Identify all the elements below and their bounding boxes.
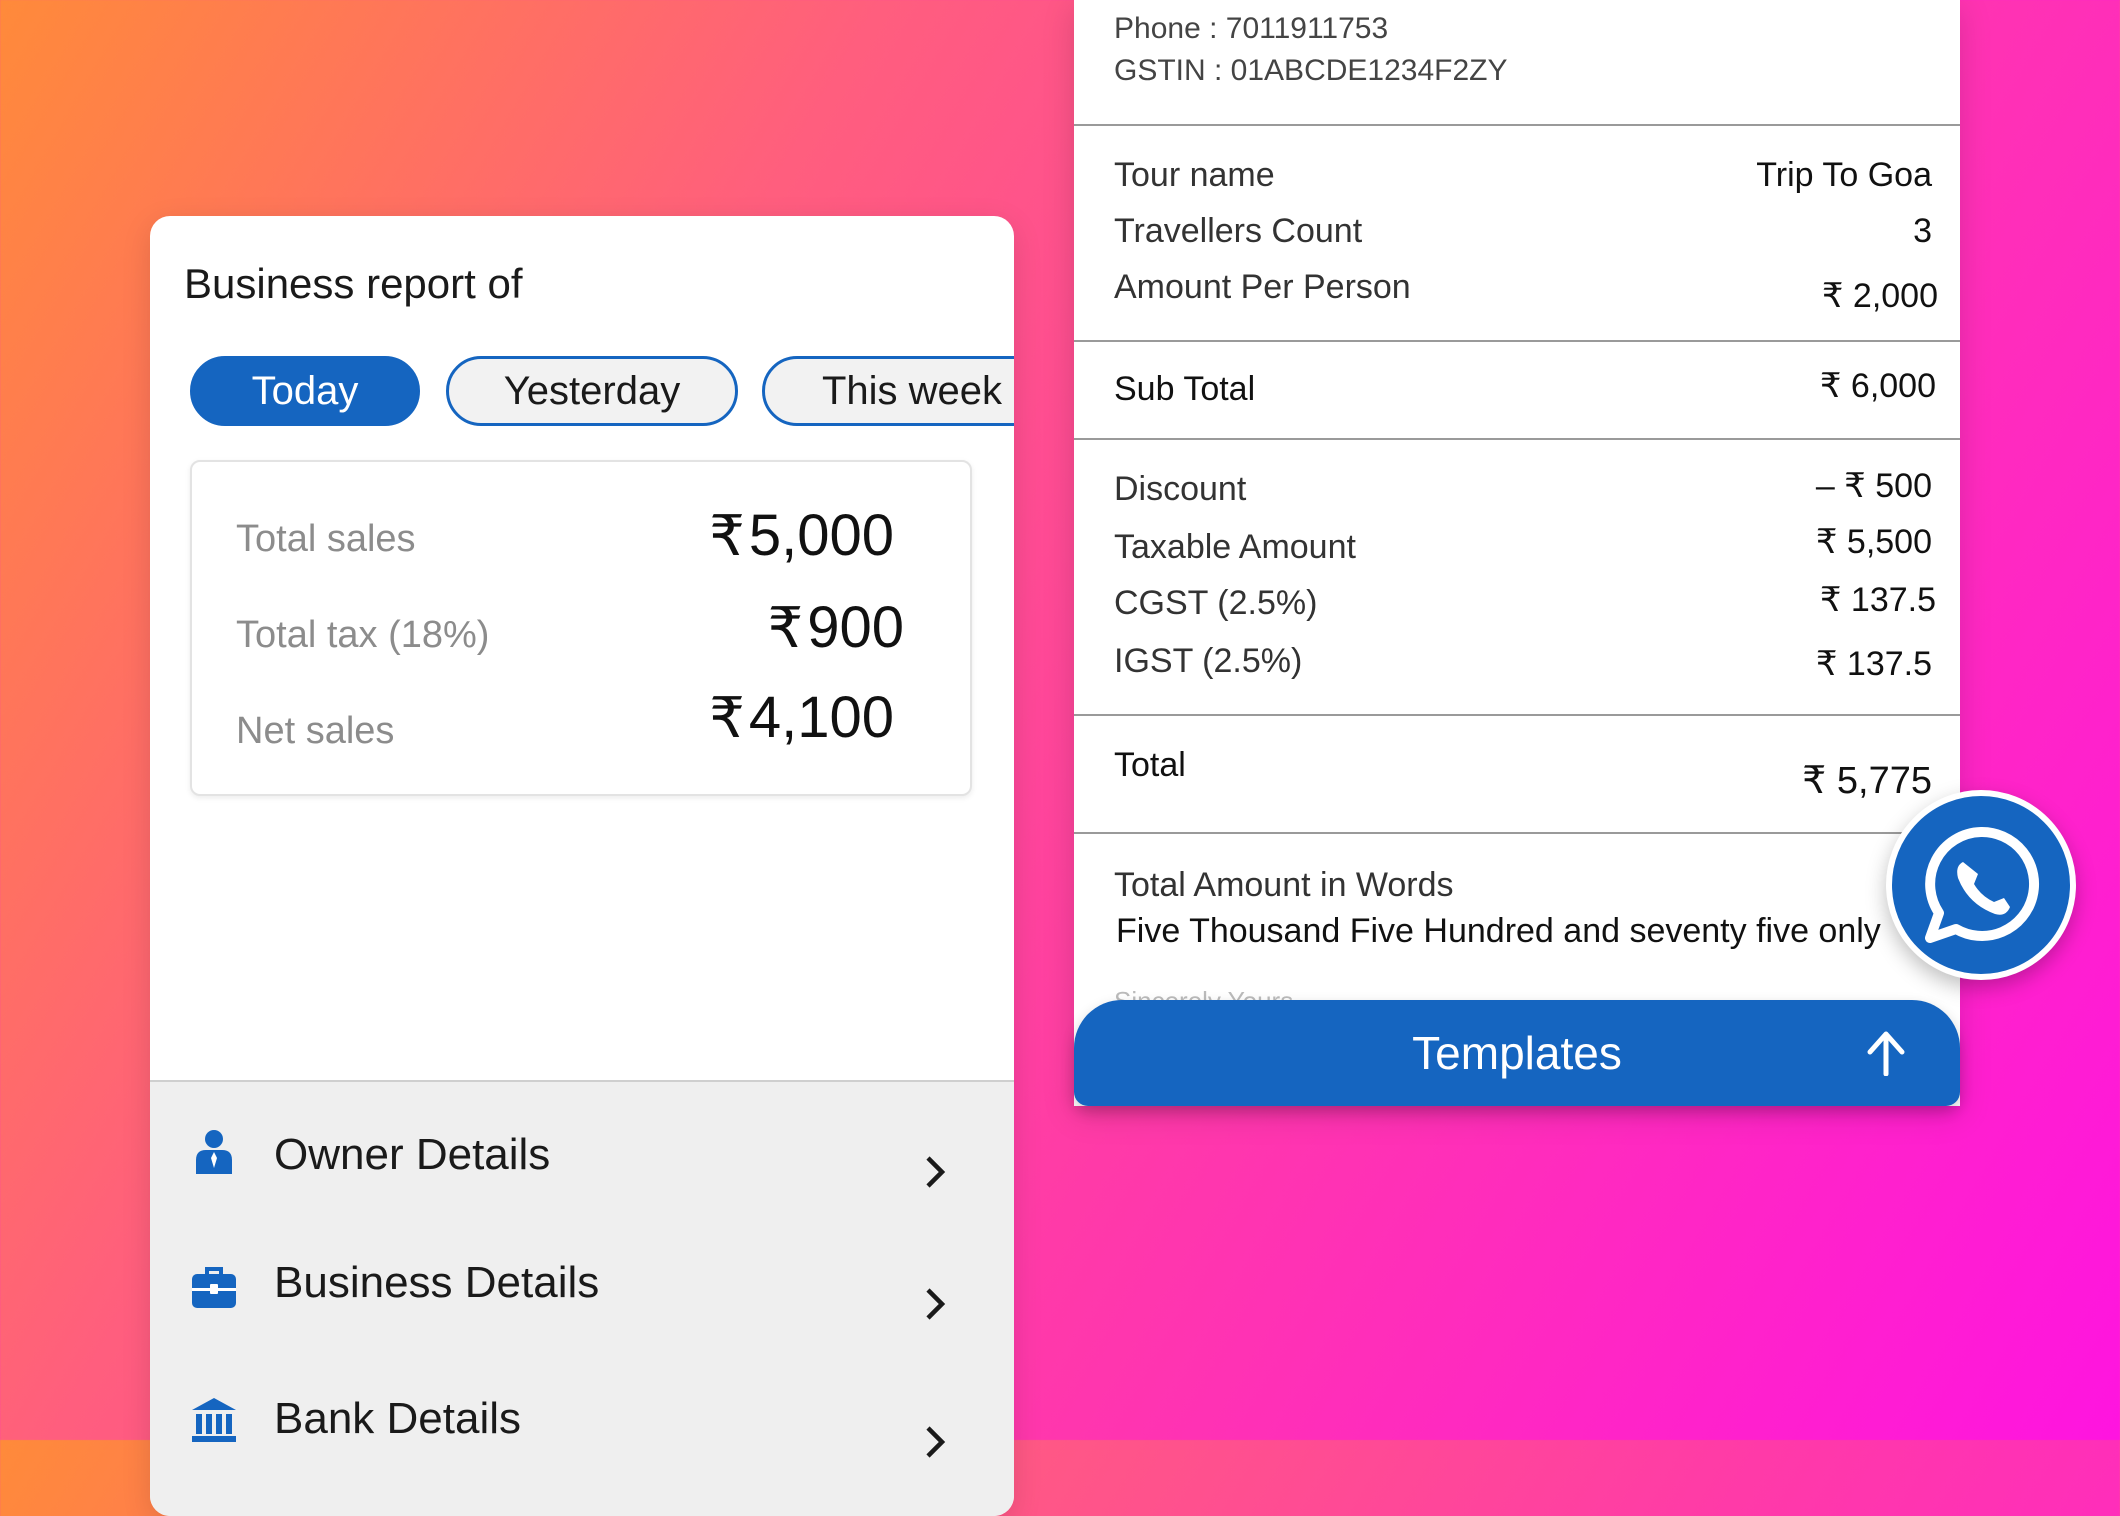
travellers-count-label: Travellers Count xyxy=(1114,212,1363,250)
bank-icon xyxy=(192,1398,236,1442)
menu-label-bank-details: Bank Details xyxy=(274,1394,522,1443)
total-label: Total xyxy=(1114,746,1186,784)
invoice-preview: Phone : 7011911753 GSTIN : 01ABCDE1234F2… xyxy=(1074,0,1960,1106)
total-tax-amount: 900 xyxy=(807,595,904,660)
sub-total-value: ₹ 6,000 xyxy=(1819,367,1936,405)
amount-in-words-label: Total Amount in Words xyxy=(1114,866,1454,904)
travellers-count-value: 3 xyxy=(1913,212,1932,250)
tab-this-week[interactable]: This week xyxy=(762,356,1014,426)
menu-item-bank-details[interactable]: Bank Details xyxy=(150,1394,1014,1516)
discount-value: – ₹ 500 xyxy=(1815,467,1932,505)
taxable-amount-label: Taxable Amount xyxy=(1114,528,1356,566)
tour-name-label: Tour name xyxy=(1114,156,1275,194)
total-tax-value: ₹900 xyxy=(768,594,904,661)
amount-in-words-value: Five Thousand Five Hundred and seventy f… xyxy=(1116,912,1881,950)
total-sales-amount: 5,000 xyxy=(748,503,894,568)
templates-button[interactable]: Templates xyxy=(1074,1000,1960,1106)
tour-name-value: Trip To Goa xyxy=(1756,156,1932,194)
divider xyxy=(1074,832,1960,834)
tab-yesterday[interactable]: Yesterday xyxy=(446,356,738,426)
net-sales-amount: 4,100 xyxy=(748,685,894,750)
menu-label-business-details: Business Details xyxy=(274,1258,600,1307)
menu-item-owner-details[interactable]: Owner Details xyxy=(150,1128,1014,1248)
tab-today[interactable]: Today xyxy=(190,356,420,426)
chevron-right-icon xyxy=(926,1426,946,1458)
rupee-symbol: ₹ xyxy=(709,686,745,749)
total-sales-value: ₹5,000 xyxy=(709,502,894,569)
discount-label: Discount xyxy=(1114,470,1247,508)
taxable-amount-value: ₹ 5,500 xyxy=(1815,523,1932,561)
business-report-card: Business report of Today Yesterday This … xyxy=(150,216,1014,1516)
cgst-label: CGST (2.5%) xyxy=(1114,584,1318,622)
igst-label: IGST (2.5%) xyxy=(1114,642,1303,680)
divider xyxy=(1074,124,1960,126)
divider xyxy=(1074,340,1960,342)
templates-label: Templates xyxy=(1412,1027,1622,1079)
report-title: Business report of xyxy=(184,260,523,307)
chevron-right-icon xyxy=(926,1156,946,1188)
chevron-right-icon xyxy=(926,1288,946,1320)
total-sales-label: Total sales xyxy=(236,518,416,560)
rupee-symbol: ₹ xyxy=(767,596,804,659)
arrow-up-icon xyxy=(1867,1031,1905,1076)
divider xyxy=(1074,438,1960,440)
menu-label-owner-details: Owner Details xyxy=(274,1130,551,1179)
person-icon xyxy=(196,1130,232,1174)
whatsapp-share-button[interactable] xyxy=(1886,790,2076,980)
whatsapp-icon xyxy=(1925,826,2040,943)
total-tax-label: Total tax (18%) xyxy=(236,614,490,656)
sales-summary: Total sales ₹5,000 Total tax (18%) ₹900 … xyxy=(190,460,972,796)
briefcase-icon xyxy=(192,1267,236,1308)
sub-total-label: Sub Total xyxy=(1114,370,1256,408)
igst-value: ₹ 137.5 xyxy=(1815,645,1932,683)
invoice-phone: Phone : 7011911753 xyxy=(1114,12,1389,45)
details-menu: Owner Details Business Details Bank Deta… xyxy=(150,1080,1014,1516)
net-sales-label: Net sales xyxy=(236,710,395,752)
cgst-value: ₹ 137.5 xyxy=(1819,581,1936,619)
rupee-symbol: ₹ xyxy=(709,504,745,567)
divider xyxy=(1074,714,1960,716)
amount-per-person-value: ₹ 2,000 xyxy=(1821,277,1938,315)
amount-per-person-label: Amount Per Person xyxy=(1114,268,1411,306)
menu-item-business-details[interactable]: Business Details xyxy=(150,1258,1014,1384)
invoice-gstin: GSTIN : 01ABCDE1234F2ZY xyxy=(1114,54,1508,87)
net-sales-value: ₹4,100 xyxy=(709,684,894,751)
